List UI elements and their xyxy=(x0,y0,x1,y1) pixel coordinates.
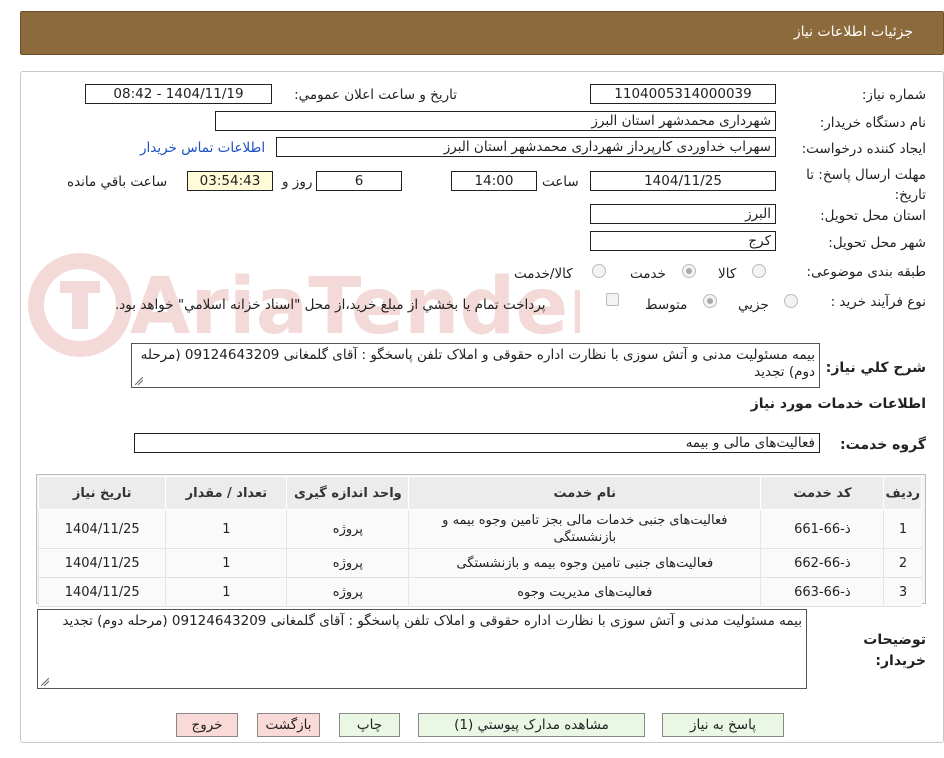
col-header-service-code: كد خدمت xyxy=(760,476,885,510)
summary-label: شرح كلي نياز: xyxy=(825,360,926,376)
cell-row-number: 3 xyxy=(883,577,922,607)
process-option-medium: متوسط xyxy=(645,297,688,313)
treasury-checkbox[interactable] xyxy=(606,293,619,306)
city-label: شهر محل تحويل: xyxy=(828,235,926,251)
cell-need-date: 1404/11/25 xyxy=(37,509,166,549)
buyer-notes-textarea[interactable]: بیمه مسئولیت مدنی و آتش سوزی با نظارت اد… xyxy=(37,609,807,689)
cell-unit: پروژه xyxy=(286,548,409,578)
process-option-minor: جزيي xyxy=(738,297,769,313)
process-label: نوع فرآيند خريد : xyxy=(830,294,926,310)
days-label: روز و xyxy=(282,174,313,190)
cell-service-code: ذ-66-661 xyxy=(760,509,884,549)
cell-service-name: فعاليت‌های مديريت وجوه xyxy=(408,577,761,607)
deadline-time-label: ساعت xyxy=(542,174,579,190)
category-option-goods: كالا xyxy=(718,266,737,282)
cell-quantity: 1 xyxy=(165,548,287,578)
print-button[interactable]: چاپ xyxy=(339,713,400,737)
need-number-label: شماره نياز: xyxy=(861,87,926,103)
process-radio-minor[interactable] xyxy=(784,294,798,308)
cell-row-number: 2 xyxy=(883,548,922,578)
table-row: 3 ذ-66-663 فعاليت‌های مديريت وجوه پروژه … xyxy=(37,577,922,607)
days-remaining-field: 6 xyxy=(316,171,402,191)
requester-field: سهراب خداوردی کارپرداز شهرداری محمدشهر ا… xyxy=(276,137,776,157)
table-header-row: رديف كد خدمت نام خدمت واحد اندازه گيری ت… xyxy=(37,476,922,510)
payment-note: پرداخت تمام يا بخشي از مبلغ خريد،از محل … xyxy=(115,297,546,313)
process-radio-medium[interactable] xyxy=(703,294,717,308)
remaining-time-label: ساعت باقي مانده xyxy=(67,174,168,190)
col-header-unit: واحد اندازه گيری xyxy=(286,476,410,510)
reply-button[interactable]: پاسخ به نياز xyxy=(662,713,784,737)
category-radio-goods[interactable] xyxy=(752,264,766,278)
requester-label: ايجاد كننده درخواست: xyxy=(801,141,926,157)
category-option-service: خدمت xyxy=(630,266,666,282)
announce-field: 1404/11/19 - 08:42 xyxy=(85,84,272,104)
col-header-row-number: رديف xyxy=(883,476,922,510)
category-radio-goods-service[interactable] xyxy=(592,264,606,278)
cell-row-number: 1 xyxy=(883,509,922,549)
cell-unit: پروژه xyxy=(286,509,409,549)
buyer-org-label: نام دستگاه خريدار: xyxy=(819,115,926,131)
buyer-contact-link[interactable]: اطلاعات تماس خريدار xyxy=(140,140,265,156)
buyer-notes-label: توضيحات خريدار: xyxy=(863,632,926,669)
col-header-service-name: نام خدمت xyxy=(408,476,762,510)
page-header: جزئيات اطلاعات نياز xyxy=(20,11,944,55)
view-attachments-button[interactable]: مشاهده مدارک پيوستي (1) xyxy=(418,713,645,737)
resize-grip-icon[interactable] xyxy=(41,678,49,686)
cell-need-date: 1404/11/25 xyxy=(37,548,166,578)
summary-textarea[interactable]: بیمه مسئولیت مدنی و آتش سوزی با نظارت اد… xyxy=(131,343,820,388)
cell-service-code: ذ-66-663 xyxy=(760,577,884,607)
category-option-goods-service: كالا/خدمت xyxy=(514,266,573,282)
cell-service-code: ذ-66-662 xyxy=(760,548,884,578)
col-header-quantity: تعداد / مقدار xyxy=(165,476,288,510)
resize-grip-icon[interactable] xyxy=(135,377,143,385)
deadline-label: مهلت ارسال پاسخ: تا تاريخ: xyxy=(806,167,926,203)
table-row: 1 ذ-66-661 فعاليت‌های جنبی خدمات مالی بج… xyxy=(37,509,922,549)
remaining-time-field: 03:54:43 xyxy=(187,171,273,191)
back-button[interactable]: بازگشت xyxy=(257,713,320,737)
buyer-org-field: شهرداری محمدشهر استان البرز xyxy=(215,111,776,131)
need-number-field: 1104005314000039 xyxy=(590,84,776,104)
deadline-time-field: 14:00 xyxy=(451,171,537,191)
buyer-notes-text: بیمه مسئولیت مدنی و آتش سوزی با نظارت اد… xyxy=(62,613,802,629)
services-table: رديف كد خدمت نام خدمت واحد اندازه گيری ت… xyxy=(37,476,922,607)
announce-label: تاريخ و ساعت اعلان عمومي: xyxy=(294,87,457,103)
category-label: طبقه بندی موضوعی: xyxy=(806,264,926,280)
category-radio-service[interactable] xyxy=(682,264,696,278)
table-row: 2 ذ-66-662 فعاليت‌های جنبی تامين وجوه بي… xyxy=(37,548,922,578)
province-label: استان محل تحويل: xyxy=(820,208,926,224)
service-group-label: گروه خدمت: xyxy=(840,437,926,453)
province-field: البرز xyxy=(590,204,776,224)
cell-unit: پروژه xyxy=(286,577,409,607)
cell-service-name: فعاليت‌های جنبی خدمات مالی بجز تامين وجو… xyxy=(408,509,761,549)
cell-need-date: 1404/11/25 xyxy=(37,577,166,607)
cell-quantity: 1 xyxy=(165,577,287,607)
exit-button[interactable]: خروج xyxy=(176,713,238,737)
summary-text: بیمه مسئولیت مدنی و آتش سوزی با نظارت اد… xyxy=(140,347,815,380)
cell-service-name: فعاليت‌های جنبی تامين وجوه بيمه و بازنشس… xyxy=(408,548,761,578)
col-header-need-date: تاريخ نياز xyxy=(37,476,167,510)
deadline-date-field: 1404/11/25 xyxy=(590,171,776,191)
service-group-field: فعاليت‌های مالی و بيمه xyxy=(134,433,820,453)
city-field: کرج xyxy=(590,231,776,251)
services-section-title: اطلاعات خدمات مورد نياز xyxy=(750,396,926,412)
cell-quantity: 1 xyxy=(165,509,287,549)
page-title: جزئيات اطلاعات نياز xyxy=(793,24,913,40)
